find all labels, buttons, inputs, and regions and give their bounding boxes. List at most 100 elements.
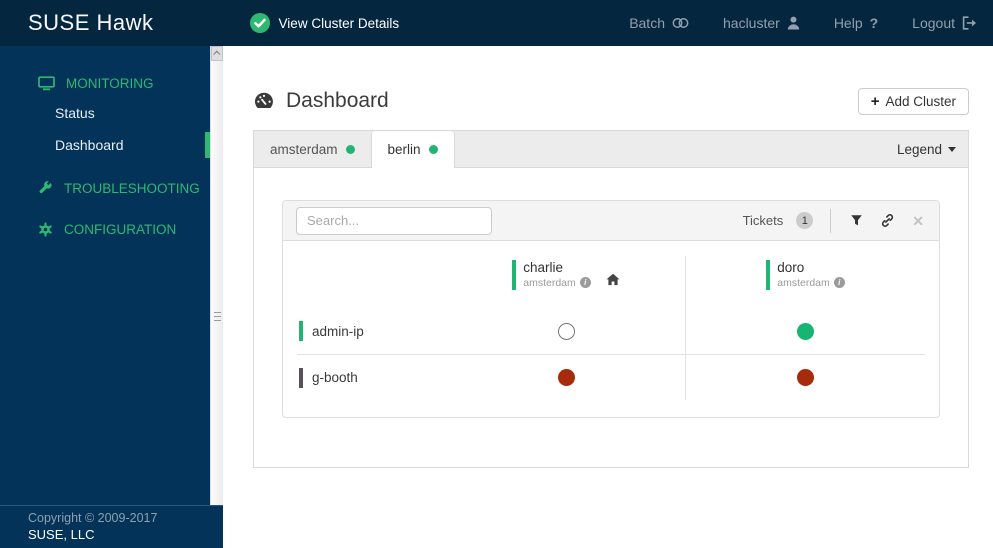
node-name: doro (777, 260, 805, 275)
sidebar-item-status[interactable]: Status (0, 97, 210, 129)
column-header-charlie: charlie amsterdam i (447, 256, 686, 308)
resource-row-label: admin-ip (297, 308, 447, 354)
tickets-count-badge: 1 (796, 212, 814, 229)
sidebar-heading-monitoring[interactable]: MONITORING (0, 70, 210, 97)
question-icon: ? (869, 15, 879, 31)
dashboard-gauge-icon (254, 92, 273, 108)
main-header: Dashboard + Add Cluster (253, 86, 969, 116)
copyright-text: Copyright © 2009-2017 (28, 511, 158, 525)
section-label: CONFIGURATION (64, 222, 177, 237)
sidebar-heading-troubleshooting[interactable]: TROUBLESHOOTING (0, 175, 210, 202)
sidebar-item-label: Status (55, 105, 95, 121)
cluster-tabs-region: amsterdam berlin Legend Ti (253, 130, 969, 468)
panel-body: charlie amsterdam i doro amsterdam i adm… (283, 241, 939, 400)
sidebar-heading-configuration[interactable]: CONFIGURATION (0, 216, 210, 243)
sidebar-section-configuration: CONFIGURATION (0, 216, 210, 243)
tab-amsterdam[interactable]: amsterdam (254, 131, 371, 167)
tickets-label: Tickets (742, 213, 784, 228)
legend-dropdown[interactable]: Legend (897, 131, 956, 167)
filter-button[interactable] (848, 212, 865, 229)
search-input[interactable] (296, 206, 492, 235)
node-subline: amsterdam i (523, 277, 591, 289)
cluster-tab-pane: Tickets 1 (253, 168, 969, 468)
node-cluster: amsterdam (523, 276, 576, 289)
node-header[interactable]: charlie amsterdam i (512, 260, 620, 290)
cluster-ok-dot (345, 144, 355, 154)
top-navbar: SUSE Hawk View Cluster Details Batch hac… (0, 0, 993, 46)
link-icon (882, 214, 894, 227)
node-cluster: amsterdam (777, 276, 830, 289)
state-circle[interactable] (557, 322, 575, 340)
sidebar-splitter[interactable] (210, 46, 223, 505)
user-icon (787, 16, 800, 30)
resource-row-label: g-booth (297, 354, 447, 400)
splitter-collapse-button[interactable] (211, 46, 223, 61)
page-title: Dashboard (253, 89, 389, 113)
add-cluster-button[interactable]: + Add Cluster (857, 87, 969, 115)
logout-menu-item[interactable]: Logout (912, 15, 977, 31)
state-circle[interactable] (797, 369, 814, 386)
legend-label: Legend (896, 141, 942, 157)
panel-header: Tickets 1 (283, 201, 939, 241)
home-icon (606, 273, 620, 286)
logout-label: Logout (912, 15, 955, 31)
node-subline: amsterdam i (777, 277, 845, 289)
tab-label: berlin (387, 142, 421, 157)
gear-icon (39, 222, 52, 237)
resource-state-cell (447, 308, 686, 354)
close-button[interactable]: ✕ (910, 212, 926, 230)
state-circle[interactable] (797, 322, 814, 340)
resource-status-bar (299, 321, 303, 341)
filter-funnel-icon (851, 215, 863, 226)
link-button[interactable] (878, 211, 897, 230)
chevron-up-icon (212, 50, 220, 58)
page-title-text: Dashboard (286, 89, 389, 112)
resource-state-cell (686, 308, 925, 354)
resource-state-cell (447, 354, 686, 400)
corner-cell (297, 256, 447, 308)
sidebar-footer: Copyright © 2009-2017 SUSE, LLC (0, 505, 225, 548)
node-name: charlie (523, 260, 564, 275)
sidebar: MONITORING Status Dashboard TROUBLESHOOT… (0, 46, 210, 548)
batch-menu-item[interactable]: Batch (629, 15, 689, 31)
splitter-grip-icon[interactable] (214, 312, 221, 322)
state-circle[interactable] (557, 369, 575, 386)
sidebar-section-monitoring: MONITORING Status Dashboard (0, 70, 210, 161)
column-header-doro: doro amsterdam i (686, 256, 925, 308)
logout-icon (962, 16, 976, 30)
info-icon[interactable]: i (833, 277, 845, 289)
sidebar-item-dashboard[interactable]: Dashboard (0, 129, 210, 161)
dashboard-table: charlie amsterdam i doro amsterdam i adm… (297, 256, 925, 400)
cluster-status[interactable]: View Cluster Details (249, 13, 400, 33)
resource-state-cell (686, 354, 925, 400)
info-icon[interactable]: i (579, 277, 591, 289)
node-header[interactable]: doro amsterdam i (766, 260, 845, 290)
app-brand: SUSE Hawk (28, 10, 154, 35)
check-circle-icon (249, 13, 270, 33)
batch-icon (672, 18, 689, 28)
cluster-tab-strip: amsterdam berlin Legend (253, 130, 969, 168)
help-menu-item[interactable]: Help ? (834, 15, 878, 31)
company-text: SUSE, LLC (28, 527, 95, 542)
sidebar-item-label: Dashboard (55, 137, 124, 153)
caret-down-icon (948, 146, 956, 152)
help-label: Help (833, 15, 863, 31)
plus-icon: + (870, 92, 880, 110)
user-menu-item[interactable]: hacluster (723, 15, 800, 31)
section-label: MONITORING (66, 76, 154, 91)
hawk-page: SUSE Hawk View Cluster Details Batch hac… (0, 0, 993, 548)
wrench-icon (39, 181, 52, 194)
node-status-bar (512, 260, 517, 290)
resource-name: g-booth (312, 370, 358, 385)
cluster-ok-dot (428, 145, 438, 154)
batch-label: Batch (629, 15, 665, 31)
node-status-bar (766, 260, 771, 290)
tab-berlin[interactable]: berlin (370, 131, 455, 168)
username-label: hacluster (723, 15, 780, 31)
sidebar-section-troubleshooting: TROUBLESHOOTING (0, 175, 210, 202)
add-cluster-label: Add Cluster (885, 93, 956, 109)
navbar-menu: Batch hacluster Help ? Logout (629, 15, 977, 31)
main-content: Dashboard + Add Cluster amsterdam berlin… (223, 46, 993, 548)
panel-header-tools: Tickets 1 ✕ (742, 208, 926, 233)
cluster-status-label: View Cluster Details (278, 15, 400, 31)
